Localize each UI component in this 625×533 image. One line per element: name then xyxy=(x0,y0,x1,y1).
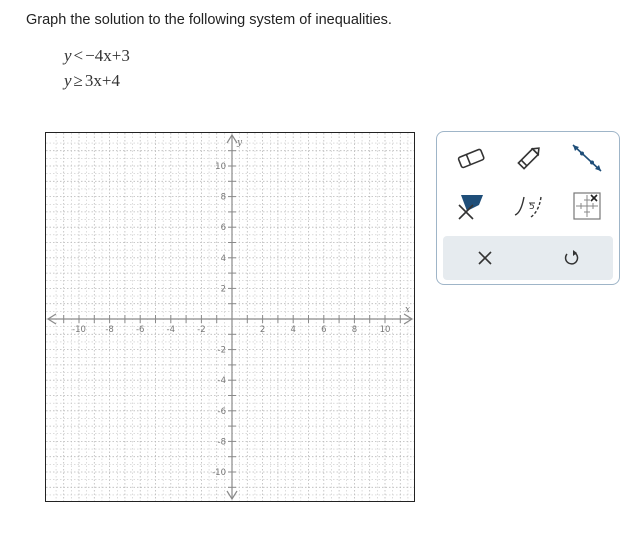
y-axis-label: y xyxy=(236,138,243,148)
x-tick-label: -4 xyxy=(167,325,175,335)
inequality-1-op: < xyxy=(73,46,84,65)
graph-toolbox: 5 xyxy=(436,131,620,285)
y-tick-label: 10 xyxy=(215,162,226,172)
y-tick-label: 6 xyxy=(221,223,226,233)
grid-settings-button[interactable] xyxy=(565,186,609,226)
y-tick-label: 4 xyxy=(221,254,226,264)
y-tick-label: -2 xyxy=(218,346,226,356)
x-tick-label: 4 xyxy=(290,325,295,335)
inequality-2-op: ≥ xyxy=(73,71,83,90)
grid-settings-icon xyxy=(573,192,601,220)
y-tick-label: 2 xyxy=(221,284,226,294)
clear-button[interactable] xyxy=(465,242,505,274)
y-tick-label: -6 xyxy=(218,407,226,417)
curve-tool-button[interactable]: 5 xyxy=(507,186,551,226)
x-tick-label: -2 xyxy=(197,325,205,335)
inequality-2-lhs: y xyxy=(64,71,72,90)
y-tick-label: 8 xyxy=(221,193,226,203)
undo-button[interactable] xyxy=(551,242,591,274)
x-tick-label: -8 xyxy=(105,325,113,335)
coordinate-grid[interactable]: -10 -8 -6 -4 -2 2 4 6 8 10 10 8 6 4 2 -2 -4 -6 -8 -10 x y xyxy=(46,133,414,501)
curve-tool-icon: 5 xyxy=(514,196,542,218)
x-tick-label: 10 xyxy=(380,325,391,335)
y-tick-label: -8 xyxy=(218,437,226,447)
question-prompt: Graph the solution to the following syst… xyxy=(26,12,392,28)
x-axis-label: x xyxy=(405,305,410,315)
undo-icon xyxy=(564,250,579,265)
inequality-1-rhs: −4x+3 xyxy=(85,46,130,65)
fill-region-tool-button[interactable] xyxy=(449,186,493,226)
eraser-icon xyxy=(457,148,485,169)
y-tick-label: -4 xyxy=(218,376,226,386)
inequality-2: y ≥3x+4 xyxy=(64,71,120,91)
graph-area[interactable]: -10 -8 -6 -4 -2 2 4 6 8 10 10 8 6 4 2 -2 -4 -6 -8 -10 x y xyxy=(45,132,415,502)
action-bar xyxy=(443,236,613,280)
x-tick-label: -6 xyxy=(136,325,144,335)
x-tick-label: -10 xyxy=(72,325,86,335)
line-tool-button[interactable] xyxy=(565,138,609,178)
y-tick-label: -10 xyxy=(212,468,226,478)
pencil-tool-button[interactable] xyxy=(507,138,551,178)
x-tick-label: 2 xyxy=(260,325,265,335)
fill-region-icon xyxy=(458,195,483,220)
x-tick-label: 8 xyxy=(352,325,357,335)
x-tick-label: 6 xyxy=(321,325,326,335)
eraser-tool-button[interactable] xyxy=(449,138,493,178)
clear-icon xyxy=(478,251,492,265)
inequality-2-rhs: 3x+4 xyxy=(84,71,120,90)
line-tool-icon xyxy=(572,144,602,172)
inequality-1: y < −4x+3 xyxy=(64,46,130,66)
pencil-icon xyxy=(517,147,540,170)
inequality-1-lhs: y xyxy=(64,46,72,65)
